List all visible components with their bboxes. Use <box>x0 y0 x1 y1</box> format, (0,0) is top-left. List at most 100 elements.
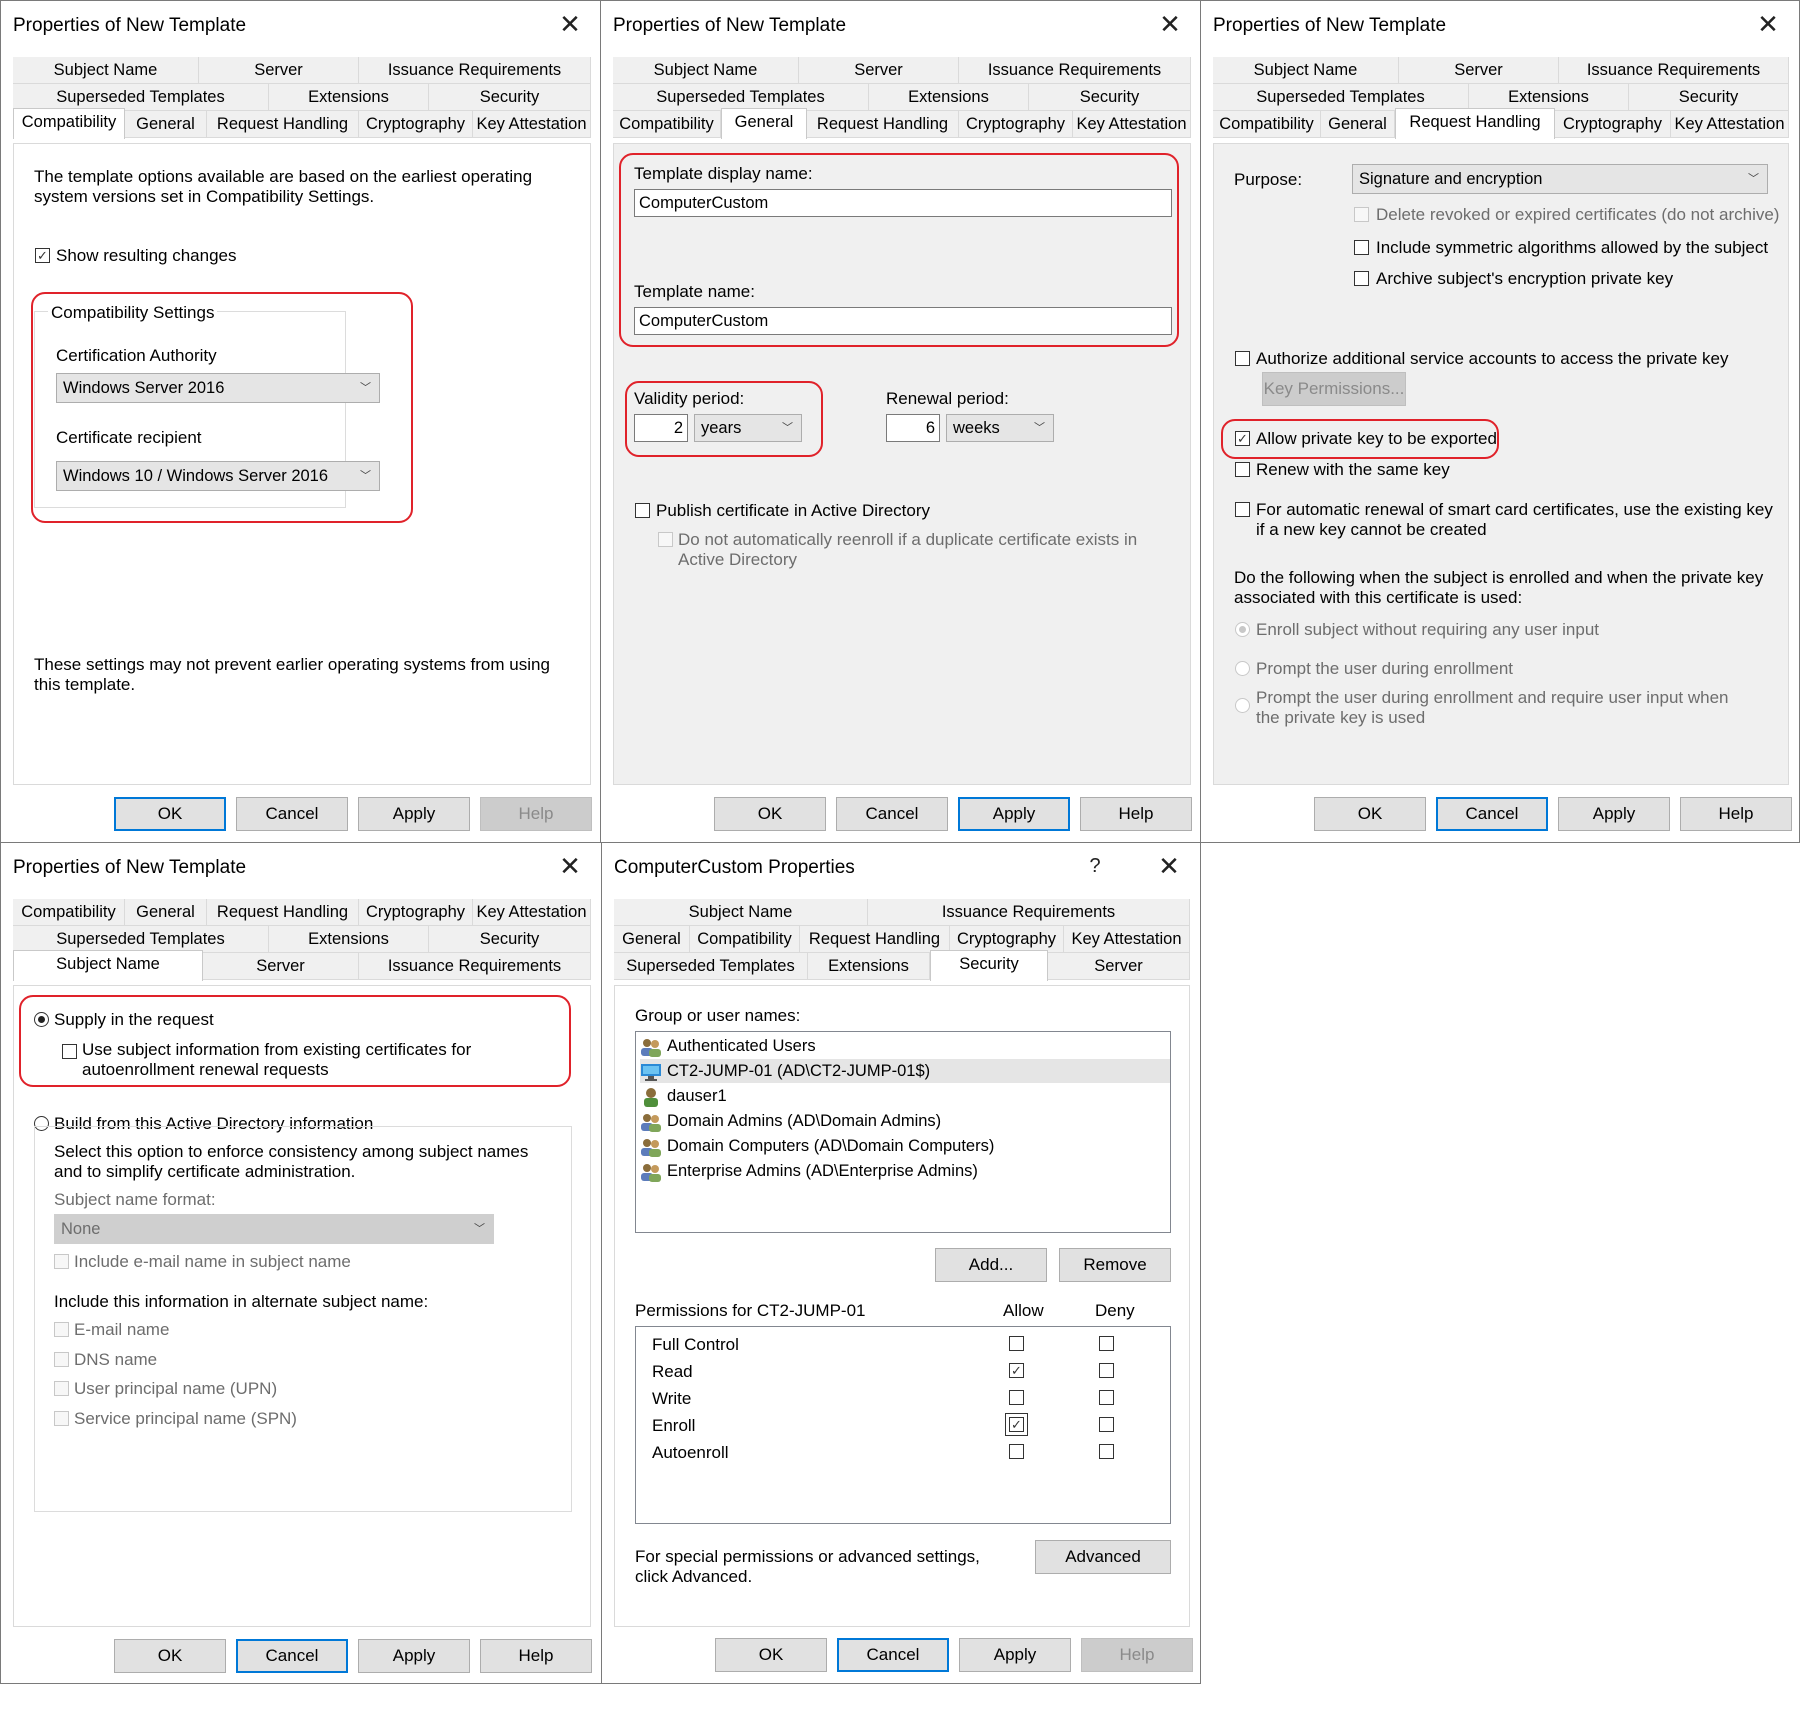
key-permissions-button[interactable]: Key Permissions... <box>1262 372 1406 406</box>
allow-checkbox[interactable] <box>1009 1336 1024 1351</box>
deny-checkbox[interactable] <box>1099 1363 1114 1378</box>
ok-button[interactable]: OK <box>114 797 226 831</box>
tab-extensions[interactable]: Extensions <box>808 953 930 980</box>
allow-checkbox[interactable]: ✓ <box>1009 1363 1024 1378</box>
tab-general[interactable]: General <box>721 108 807 139</box>
show-changes-checkbox[interactable]: ✓ <box>35 248 50 263</box>
ok-button[interactable]: OK <box>114 1639 226 1673</box>
cancel-button[interactable]: Cancel <box>836 797 948 831</box>
tab-key-attestation[interactable]: Key Attestation <box>473 111 591 138</box>
cancel-button[interactable]: Cancel <box>837 1638 949 1672</box>
tab-issuance-requirements[interactable]: Issuance Requirements <box>959 57 1191 84</box>
remove-button[interactable]: Remove <box>1059 1248 1171 1282</box>
help-button[interactable]: Help <box>1081 1638 1193 1672</box>
tab-compatibility[interactable]: Compatibility <box>690 926 800 953</box>
tab-server[interactable]: Server <box>203 953 359 980</box>
alt-spn-checkbox[interactable] <box>54 1411 69 1426</box>
tab-request-handling[interactable]: Request Handling <box>807 111 959 138</box>
tab-general[interactable]: General <box>614 926 690 953</box>
tab-security[interactable]: Security <box>429 84 591 111</box>
tab-key-attestation[interactable]: Key Attestation <box>1671 111 1789 138</box>
tab-compatibility[interactable]: Compatibility <box>13 899 125 926</box>
tab-server[interactable]: Server <box>199 57 359 84</box>
tab-key-attestation[interactable]: Key Attestation <box>1073 111 1191 138</box>
tab-cryptography[interactable]: Cryptography <box>1555 111 1671 138</box>
add-button[interactable]: Add... <box>935 1248 1047 1282</box>
tab-extensions[interactable]: Extensions <box>269 926 429 953</box>
tab-subject-name[interactable]: Subject Name <box>1213 57 1399 84</box>
no-reenroll-checkbox[interactable] <box>658 532 673 547</box>
close-icon[interactable]: ✕ <box>1751 7 1785 41</box>
tab-cryptography[interactable]: Cryptography <box>359 111 473 138</box>
tab-server[interactable]: Server <box>1399 57 1559 84</box>
close-icon[interactable]: ✕ <box>1152 849 1186 883</box>
tab-subject-name[interactable]: Subject Name <box>614 899 868 926</box>
cancel-button[interactable]: Cancel <box>1436 797 1548 831</box>
apply-button[interactable]: Apply <box>958 797 1070 831</box>
tab-request-handling[interactable]: Request Handling <box>207 111 359 138</box>
tab-compatibility[interactable]: Compatibility <box>613 111 721 138</box>
tab-issuance-requirements[interactable]: Issuance Requirements <box>359 57 591 84</box>
tab-request-handling[interactable]: Request Handling <box>207 899 359 926</box>
tab-security[interactable]: Security <box>930 950 1048 981</box>
tab-request-handling[interactable]: Request Handling <box>1395 108 1555 139</box>
ok-button[interactable]: OK <box>1314 797 1426 831</box>
close-icon[interactable]: ✕ <box>1153 7 1187 41</box>
tab-issuance-requirements[interactable]: Issuance Requirements <box>359 953 591 980</box>
tab-request-handling[interactable]: Request Handling <box>800 926 950 953</box>
list-item[interactable]: Domain Computers (AD\Domain Computers) <box>640 1134 994 1158</box>
tab-server[interactable]: Server <box>799 57 959 84</box>
list-item[interactable]: Enterprise Admins (AD\Enterprise Admins) <box>640 1159 978 1183</box>
apply-button[interactable]: Apply <box>959 1638 1071 1672</box>
tab-security[interactable]: Security <box>429 926 591 953</box>
tab-security[interactable]: Security <box>1629 84 1789 111</box>
archive-key-checkbox[interactable] <box>1354 271 1369 286</box>
help-button[interactable]: Help <box>1080 797 1192 831</box>
alt-dns-checkbox[interactable] <box>54 1352 69 1367</box>
tab-issuance-requirements[interactable]: Issuance Requirements <box>1559 57 1789 84</box>
tab-superseded-templates[interactable]: Superseded Templates <box>13 84 269 111</box>
tab-extensions[interactable]: Extensions <box>869 84 1029 111</box>
deny-checkbox[interactable] <box>1099 1417 1114 1432</box>
tab-superseded-templates[interactable]: Superseded Templates <box>614 953 808 980</box>
tab-extensions[interactable]: Extensions <box>269 84 429 111</box>
tab-key-attestation[interactable]: Key Attestation <box>473 899 591 926</box>
include-symmetric-checkbox[interactable] <box>1354 240 1369 255</box>
users-list[interactable]: Authenticated Users CT2-JUMP-01 (AD\CT2-… <box>635 1031 1171 1233</box>
deny-checkbox[interactable] <box>1099 1390 1114 1405</box>
tab-cryptography[interactable]: Cryptography <box>359 899 473 926</box>
tab-compatibility[interactable]: Compatibility <box>1213 111 1321 138</box>
tab-superseded-templates[interactable]: Superseded Templates <box>13 926 269 953</box>
smartcard-renewal-checkbox[interactable] <box>1235 502 1250 517</box>
deny-checkbox[interactable] <box>1099 1444 1114 1459</box>
tab-superseded-templates[interactable]: Superseded Templates <box>613 84 869 111</box>
publish-ad-checkbox[interactable] <box>635 503 650 518</box>
authorize-accounts-checkbox[interactable] <box>1235 351 1250 366</box>
deny-checkbox[interactable] <box>1099 1336 1114 1351</box>
alt-upn-checkbox[interactable] <box>54 1381 69 1396</box>
tab-subject-name[interactable]: Subject Name <box>13 57 199 84</box>
close-icon[interactable]: ✕ <box>553 7 587 41</box>
ok-button[interactable]: OK <box>715 1638 827 1672</box>
tab-superseded-templates[interactable]: Superseded Templates <box>1213 84 1469 111</box>
cancel-button[interactable]: Cancel <box>236 1639 348 1673</box>
tab-general[interactable]: General <box>1321 111 1395 138</box>
apply-button[interactable]: Apply <box>358 797 470 831</box>
format-dropdown[interactable]: None ﹀ <box>54 1214 494 1244</box>
renewal-unit-dropdown[interactable]: weeks ﹀ <box>946 414 1054 442</box>
renew-same-key-checkbox[interactable] <box>1235 462 1250 477</box>
include-email-checkbox[interactable] <box>54 1254 69 1269</box>
list-item[interactable]: dauser1 <box>640 1084 727 1108</box>
help-button[interactable]: Help <box>1680 797 1792 831</box>
ok-button[interactable]: OK <box>714 797 826 831</box>
apply-button[interactable]: Apply <box>358 1639 470 1673</box>
allow-checkbox[interactable]: ✓ <box>1005 1413 1028 1436</box>
prompt-require-input-radio[interactable] <box>1235 698 1250 713</box>
tab-server[interactable]: Server <box>1048 953 1190 980</box>
tab-extensions[interactable]: Extensions <box>1469 84 1629 111</box>
close-icon[interactable]: ✕ <box>553 849 587 883</box>
advanced-button[interactable]: Advanced <box>1035 1540 1171 1574</box>
tab-general[interactable]: General <box>125 111 207 138</box>
help-button[interactable]: Help <box>480 797 592 831</box>
tab-compatibility[interactable]: Compatibility <box>13 108 125 139</box>
